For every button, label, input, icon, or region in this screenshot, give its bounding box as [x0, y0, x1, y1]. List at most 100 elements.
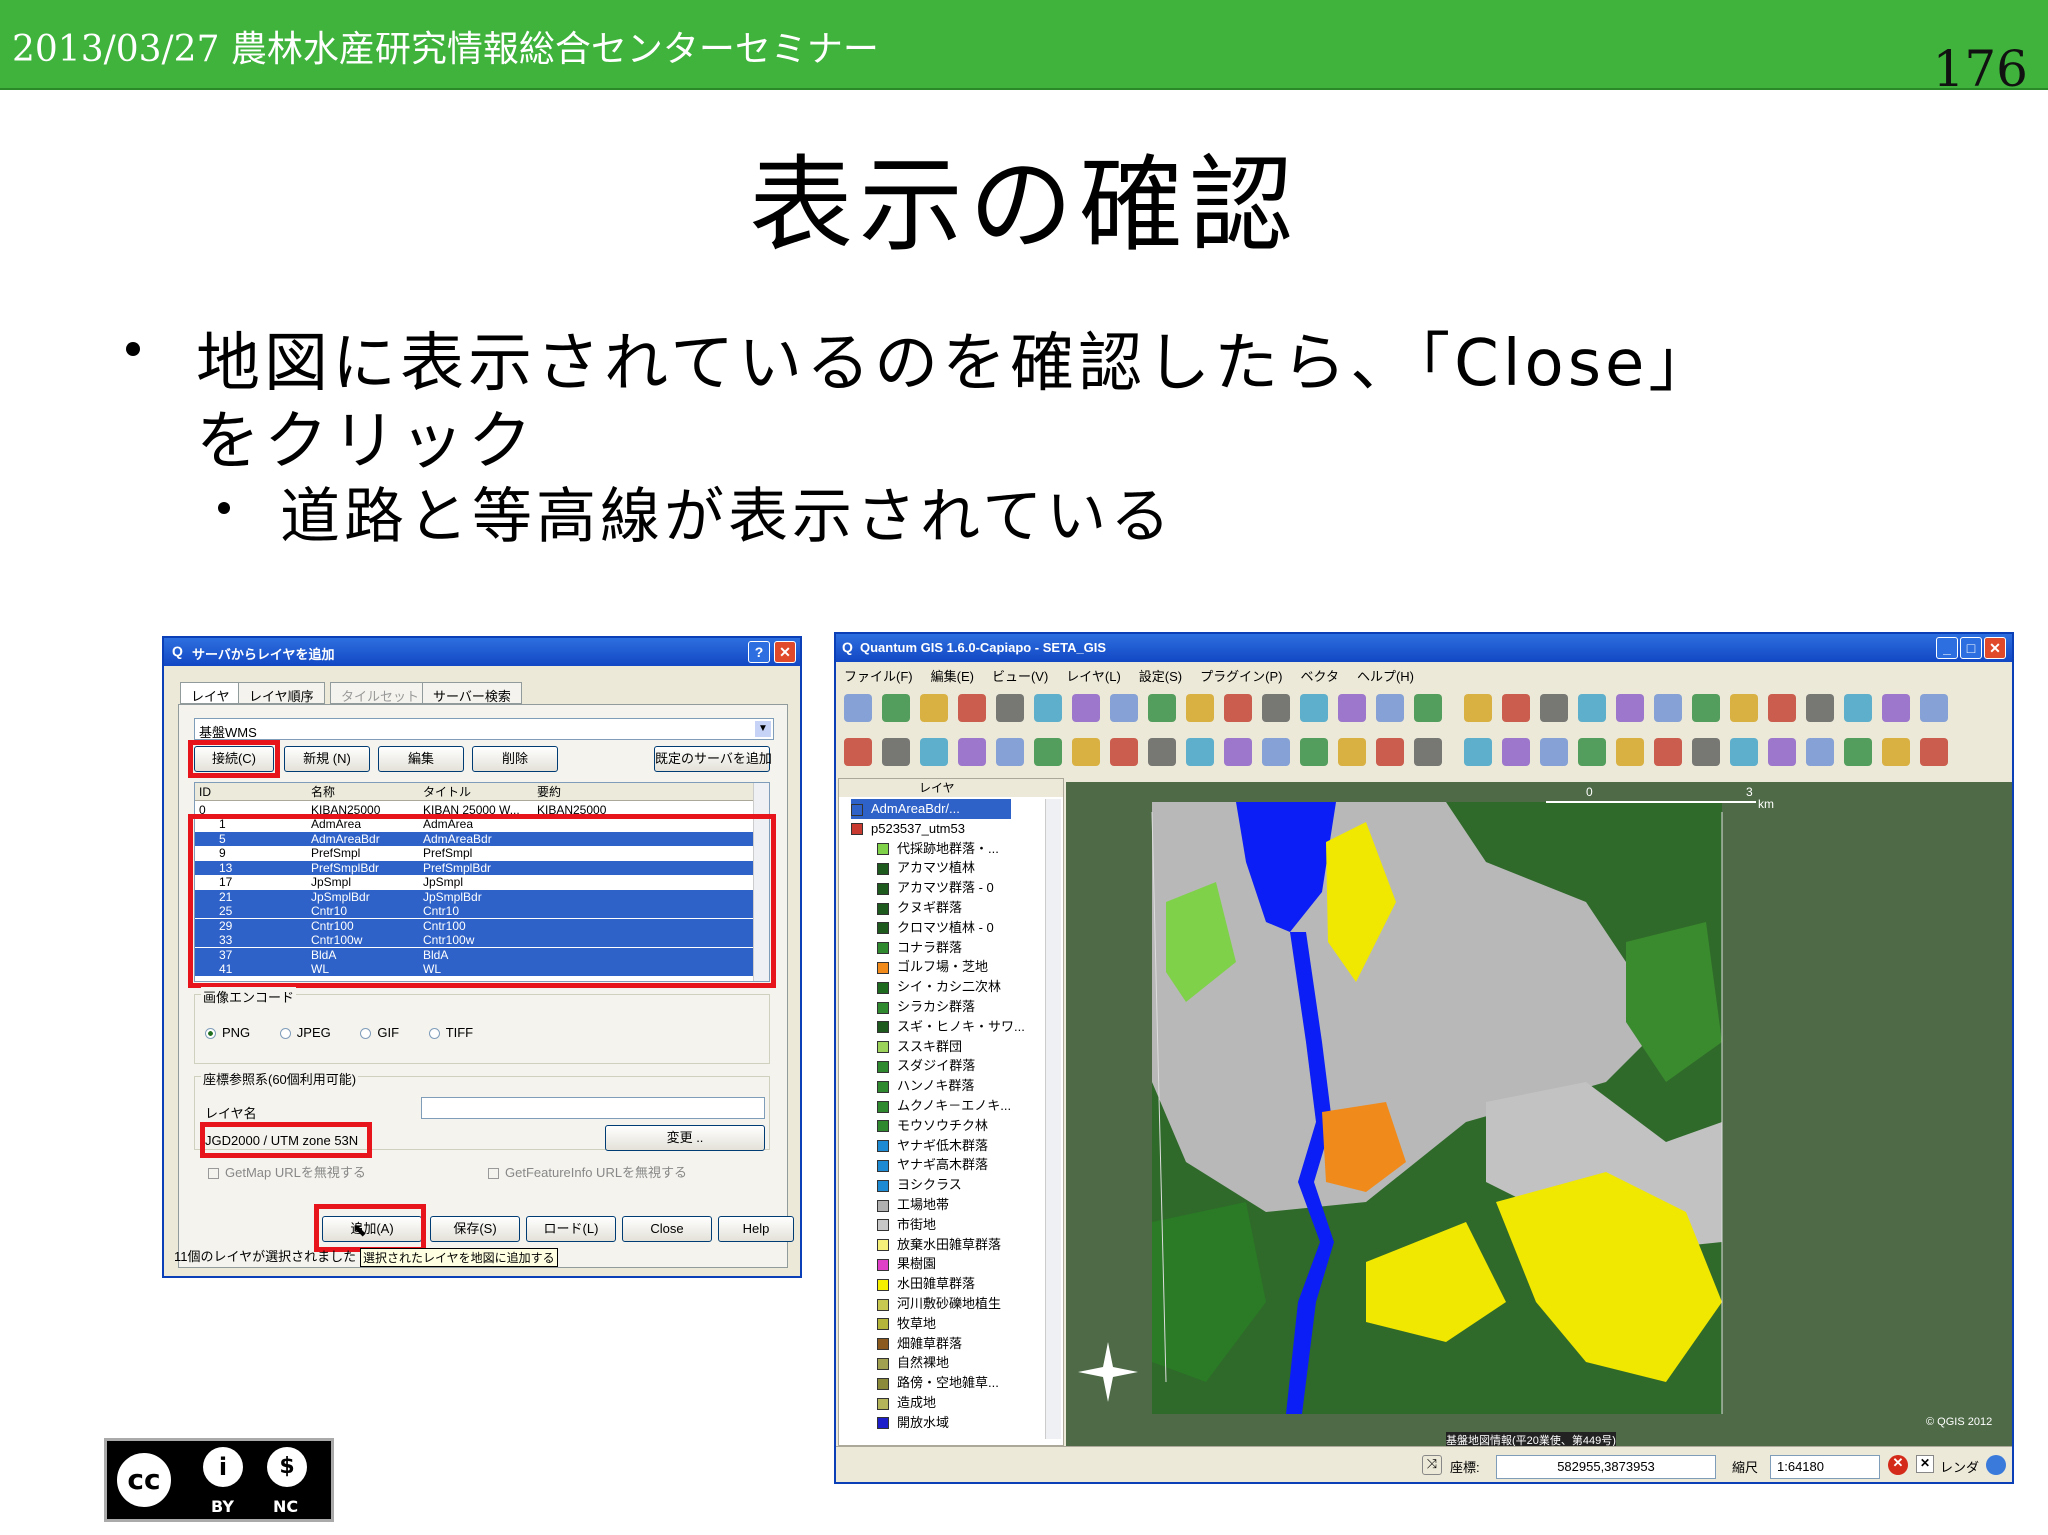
toolbar-tool-icon[interactable]: [1464, 738, 1492, 766]
toolbar-tool-icon[interactable]: [1692, 738, 1720, 766]
legend-item[interactable]: ヤナギ低木群落: [877, 1136, 988, 1156]
legend-item[interactable]: モウソウチク林: [877, 1116, 988, 1136]
toolbar-tool-icon[interactable]: [1920, 738, 1948, 766]
column-header-name[interactable]: 名称: [311, 783, 335, 801]
toolbar-tool-icon[interactable]: [1616, 738, 1644, 766]
toolbar-tool-icon[interactable]: [1262, 694, 1290, 722]
menu-item[interactable]: 設定(S): [1139, 669, 1182, 684]
tab-layer-order[interactable]: レイヤ順序: [238, 682, 325, 704]
legend-item[interactable]: コナラ群落: [877, 938, 962, 958]
toolbar-tool-icon[interactable]: [1034, 694, 1062, 722]
toolbar-tool-icon[interactable]: [1844, 694, 1872, 722]
legend-item[interactable]: 河川敷砂礫地植生: [877, 1294, 1001, 1314]
toolbar-tool-icon[interactable]: [1376, 694, 1404, 722]
toolbar-tool-icon[interactable]: [1414, 738, 1442, 766]
legend-item[interactable]: 工場地帯: [877, 1195, 949, 1215]
legend-item[interactable]: ヤナギ高木群落: [877, 1155, 988, 1175]
save-button[interactable]: 保存(S): [430, 1216, 520, 1242]
column-header-id[interactable]: ID: [199, 783, 211, 801]
menu-item[interactable]: ベクタ: [1300, 669, 1338, 684]
legend-item[interactable]: ゴルフ場・芝地: [877, 957, 988, 977]
column-header-title[interactable]: タイトル: [423, 783, 471, 801]
legend-scrollbar[interactable]: [1045, 799, 1061, 1439]
toolbar-tool-icon[interactable]: [1882, 694, 1910, 722]
toolbar-tool-icon[interactable]: [1882, 738, 1910, 766]
stop-render-icon[interactable]: ✕: [1888, 1455, 1908, 1475]
legend-item[interactable]: 自然裸地: [877, 1353, 949, 1373]
server-select[interactable]: 基盤WMS ▼: [194, 718, 774, 740]
toolbar-tool-icon[interactable]: [1540, 738, 1568, 766]
menu-item[interactable]: プラグイン(P): [1200, 669, 1282, 684]
legend-item[interactable]: クヌギ群落: [877, 898, 962, 918]
toolbar-tool-icon[interactable]: [1768, 738, 1796, 766]
toolbar-tool-icon[interactable]: [996, 694, 1024, 722]
close-button[interactable]: Close: [622, 1216, 712, 1242]
legend-item[interactable]: 路傍・空地雑草...: [877, 1373, 999, 1393]
toolbar-tool-icon[interactable]: [1262, 738, 1290, 766]
toolbar-tool-icon[interactable]: [1338, 738, 1366, 766]
menu-item[interactable]: ヘルプ(H): [1357, 669, 1414, 684]
tab-server-search[interactable]: サーバー検索: [422, 682, 522, 704]
toolbar-tool-icon[interactable]: [882, 738, 910, 766]
toolbar-tool-icon[interactable]: [1300, 694, 1328, 722]
help-button[interactable]: Help: [718, 1216, 794, 1242]
legend-item[interactable]: 畑雑草群落: [877, 1334, 962, 1354]
toolbar-tool-icon[interactable]: [1300, 738, 1328, 766]
map-canvas[interactable]: 0 3 km 基盤地図情報(平20業使、第449号) © QGIS 2012: [1066, 782, 2012, 1446]
edit-button[interactable]: 編集: [378, 746, 464, 772]
toolbar-tool-icon[interactable]: [1072, 738, 1100, 766]
toolbar-tool-icon[interactable]: [1806, 738, 1834, 766]
change-crs-button[interactable]: 変更 ..: [605, 1125, 765, 1151]
toolbar-tool-icon[interactable]: [1920, 694, 1948, 722]
scale-value[interactable]: 1:64180: [1770, 1455, 1880, 1479]
crs-status-icon[interactable]: [1986, 1455, 2006, 1475]
legend-item[interactable]: ムクノキ－エノキ...: [877, 1096, 1011, 1116]
ignore-getmap-checkbox[interactable]: GetMap URLを無視する: [208, 1162, 366, 1181]
close-icon[interactable]: ✕: [1984, 637, 2006, 659]
toolbar-tool-icon[interactable]: [1224, 694, 1252, 722]
legend-item[interactable]: 市街地: [877, 1215, 936, 1235]
toolbar-tool-icon[interactable]: [1376, 738, 1404, 766]
toolbar-tool-icon[interactable]: [1730, 738, 1758, 766]
legend-item[interactable]: 造成地: [877, 1393, 936, 1413]
toolbar-tool-icon[interactable]: [958, 694, 986, 722]
legend-item[interactable]: 放棄水田雑草群落: [877, 1235, 1001, 1255]
add-default-servers-button[interactable]: 既定のサーバを追加: [654, 746, 772, 772]
toolbar-tool-icon[interactable]: [844, 738, 872, 766]
legend-item[interactable]: 水田雑草群落: [877, 1274, 975, 1294]
menu-item[interactable]: ビュー(V): [992, 669, 1048, 684]
toolbar-tool-icon[interactable]: [1224, 738, 1252, 766]
legend-item[interactable]: ハンノキ群落: [877, 1076, 974, 1096]
layer-name-input[interactable]: [421, 1097, 765, 1119]
radio-gif[interactable]: GIF: [360, 1025, 399, 1040]
column-header-summary[interactable]: 要約: [537, 783, 561, 801]
toolbar-tool-icon[interactable]: [1338, 694, 1366, 722]
toolbar-tool-icon[interactable]: [1692, 694, 1720, 722]
new-button[interactable]: 新規 (N): [284, 746, 370, 772]
tab-layers[interactable]: レイヤ: [180, 682, 241, 704]
toolbar-tool-icon[interactable]: [1616, 694, 1644, 722]
toolbar-tool-icon[interactable]: [1186, 694, 1214, 722]
render-checkbox[interactable]: ✕: [1916, 1455, 1934, 1473]
help-icon[interactable]: ?: [748, 641, 770, 663]
toolbar-tool-icon[interactable]: [1034, 738, 1062, 766]
toolbar-tool-icon[interactable]: [1148, 738, 1176, 766]
legend-item[interactable]: スギ・ヒノキ・サワ...: [877, 1017, 1025, 1037]
legend-item[interactable]: p523537_utm53: [851, 819, 965, 839]
toolbar-tool-icon[interactable]: [996, 738, 1024, 766]
legend-item[interactable]: 果樹園: [877, 1254, 936, 1274]
toolbar-tool-icon[interactable]: [1844, 738, 1872, 766]
legend-item[interactable]: クロマツ植林 - 0: [877, 918, 994, 938]
legend-item[interactable]: スダジイ群落: [877, 1056, 975, 1076]
coord-value[interactable]: 582955,3873953: [1496, 1455, 1716, 1479]
toolbar-tool-icon[interactable]: [1540, 694, 1568, 722]
toolbar-tool-icon[interactable]: [1464, 694, 1492, 722]
toolbar-tool-icon[interactable]: [882, 694, 910, 722]
load-button[interactable]: ロード(L): [526, 1216, 616, 1242]
tab-tilesets[interactable]: タイルセット: [330, 682, 431, 704]
maximize-icon[interactable]: □: [1960, 637, 1982, 659]
close-icon[interactable]: ✕: [774, 641, 796, 663]
menu-item[interactable]: レイヤ(L): [1066, 669, 1121, 684]
legend-item[interactable]: ヨシクラス: [877, 1175, 962, 1195]
menu-item[interactable]: ファイル(F): [844, 669, 913, 684]
